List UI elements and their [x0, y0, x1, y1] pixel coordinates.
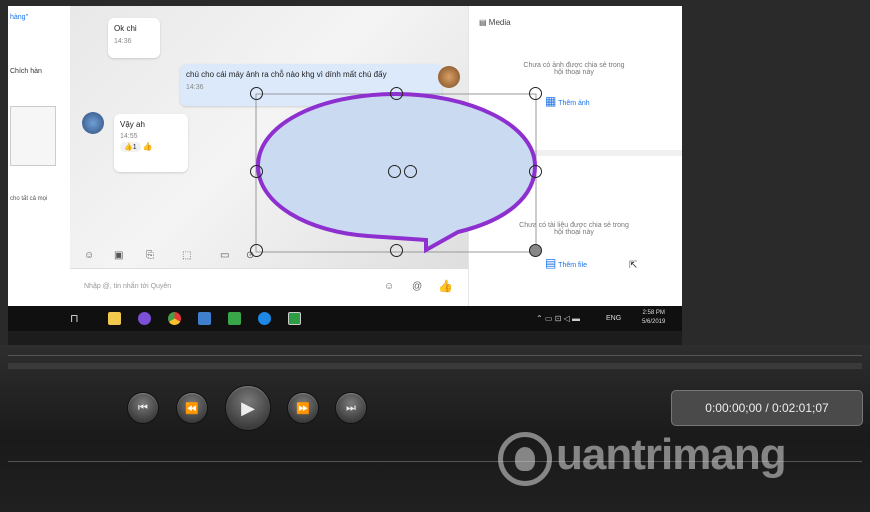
taskbar-clock[interactable]: 2:58 PM 5/6/2019: [642, 309, 665, 327]
editor-side-area: [682, 0, 870, 345]
lightbulb-icon: [515, 447, 535, 471]
scrubber-line: [8, 355, 862, 356]
play-icon: ▶: [241, 397, 255, 418]
file-explorer-icon[interactable]: [108, 312, 121, 325]
window-frame-left: [0, 0, 8, 345]
resize-handle[interactable]: [250, 244, 263, 257]
watermark-text: uantrimang: [556, 430, 787, 479]
system-tray-icons[interactable]: ⌃ ▭ ⊡ ◁ ▬: [536, 314, 580, 323]
language-indicator[interactable]: ENG: [606, 315, 621, 322]
play-button[interactable]: ▶: [226, 386, 270, 430]
tail-handle[interactable]: [529, 244, 542, 257]
clock-time: 2:58 PM: [642, 310, 665, 316]
camtasia-recorder-icon[interactable]: [288, 312, 301, 325]
chrome-icon[interactable]: [168, 312, 181, 325]
fast-forward-button[interactable]: ⏩: [288, 393, 318, 423]
resize-handle[interactable]: [250, 165, 263, 178]
rewind-icon: ⏪: [185, 402, 199, 415]
resize-handle[interactable]: [529, 87, 542, 100]
clock-date: 5/6/2019: [642, 319, 666, 325]
watermark: uantrimang: [498, 428, 816, 492]
zalo-icon[interactable]: [258, 312, 271, 325]
photos-icon[interactable]: [198, 312, 211, 325]
resize-handle[interactable]: [529, 165, 542, 178]
resize-handle[interactable]: [390, 87, 403, 100]
jump-to-end-button[interactable]: ⏭: [336, 393, 366, 423]
watermark-logo-icon: [498, 432, 552, 486]
skip-forward-icon: ⏭: [346, 401, 356, 414]
timecode-display: 0:00:00;00 / 0:02:01;07: [671, 390, 863, 426]
callout-annotation[interactable]: [8, 6, 682, 306]
fast-forward-icon: ⏩: [296, 402, 310, 415]
camtasia-icon[interactable]: [228, 312, 241, 325]
preview-canvas[interactable]: hàng" Chích hàn cho tất cả mọi Ok chi 14…: [8, 6, 682, 331]
resize-handle[interactable]: [250, 87, 263, 100]
resize-handle[interactable]: [390, 244, 403, 257]
windows-taskbar: ⊓ ⌃ ▭ ⊡ ◁ ▬ ENG 2:58 PM 5/6/2019: [8, 306, 682, 331]
rewind-button[interactable]: ⏪: [177, 393, 207, 423]
viber-icon[interactable]: [138, 312, 151, 325]
jump-to-start-button[interactable]: ⏮: [128, 393, 158, 423]
center-handle[interactable]: [388, 165, 401, 178]
center-handle[interactable]: [404, 165, 417, 178]
skip-back-icon: ⏮: [138, 401, 148, 414]
timeline-scrubber[interactable]: [8, 363, 862, 369]
task-view-icon[interactable]: ⊓: [70, 312, 79, 325]
